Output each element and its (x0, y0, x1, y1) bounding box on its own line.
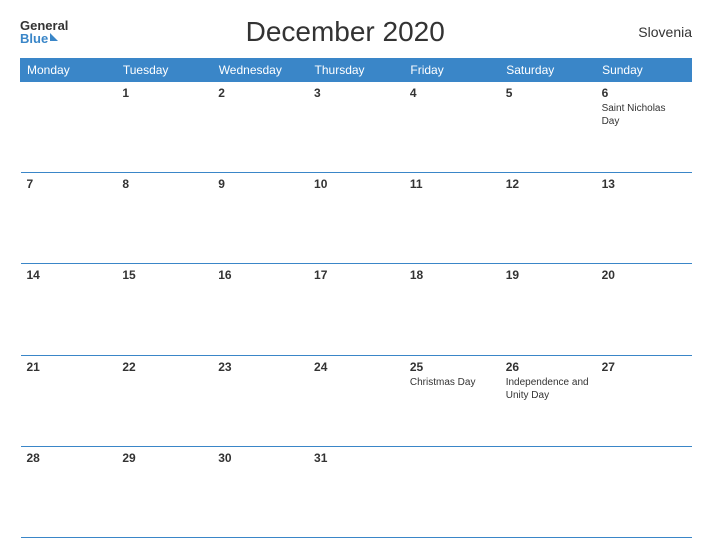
cell-date-number: 8 (122, 177, 206, 191)
calendar-cell: 7 (21, 173, 117, 264)
cell-date-number: 26 (506, 360, 590, 374)
calendar-cell (500, 446, 596, 537)
calendar-cell: 29 (116, 446, 212, 537)
cell-date-number: 5 (506, 86, 590, 100)
cell-date-number: 24 (314, 360, 398, 374)
calendar-cell: 15 (116, 264, 212, 355)
calendar-cell (596, 446, 692, 537)
calendar-cell: 16 (212, 264, 308, 355)
calendar-cell: 23 (212, 355, 308, 446)
calendar-cell: 19 (500, 264, 596, 355)
calendar-cell: 24 (308, 355, 404, 446)
calendar-cell: 6 Saint Nicholas Day (596, 82, 692, 173)
calendar-cell: 25 Christmas Day (404, 355, 500, 446)
cell-date-number: 9 (218, 177, 302, 191)
col-saturday: Saturday (500, 59, 596, 82)
cell-date-number: 17 (314, 268, 398, 282)
cell-date-number: 27 (602, 360, 686, 374)
calendar-cell: 8 (116, 173, 212, 264)
cell-date-number: 19 (506, 268, 590, 282)
calendar-cell: 21 (21, 355, 117, 446)
calendar-cell: 3 (308, 82, 404, 173)
calendar-cell: 22 (116, 355, 212, 446)
logo-triangle-icon (50, 33, 58, 41)
calendar-cell: 11 (404, 173, 500, 264)
cell-date-number: 16 (218, 268, 302, 282)
calendar-cell: 1 (116, 82, 212, 173)
cell-date-number: 30 (218, 451, 302, 465)
calendar-cell: 14 (21, 264, 117, 355)
cell-date-number: 15 (122, 268, 206, 282)
calendar-cell: 31 (308, 446, 404, 537)
col-thursday: Thursday (308, 59, 404, 82)
calendar-week-row: 28 29 30 31 (21, 446, 692, 537)
calendar-cell (404, 446, 500, 537)
cell-date-number: 3 (314, 86, 398, 100)
cell-date-number: 21 (27, 360, 111, 374)
cell-date-number: 20 (602, 268, 686, 282)
calendar-cell: 27 (596, 355, 692, 446)
calendar-cell (21, 82, 117, 173)
cell-event-label: Saint Nicholas Day (602, 102, 686, 128)
cell-date-number: 22 (122, 360, 206, 374)
cell-date-number: 1 (122, 86, 206, 100)
calendar-cell: 28 (21, 446, 117, 537)
calendar-cell: 13 (596, 173, 692, 264)
cell-date-number: 4 (410, 86, 494, 100)
col-friday: Friday (404, 59, 500, 82)
logo-blue-text: Blue (20, 32, 58, 45)
cell-event-label: Independence and Unity Day (506, 376, 590, 402)
calendar-table: Monday Tuesday Wednesday Thursday Friday… (20, 58, 692, 538)
cell-event-label: Christmas Day (410, 376, 494, 389)
cell-date-number: 18 (410, 268, 494, 282)
cell-date-number: 2 (218, 86, 302, 100)
cell-date-number: 28 (27, 451, 111, 465)
cell-date-number: 7 (27, 177, 111, 191)
cell-date-number: 14 (27, 268, 111, 282)
calendar-cell: 5 (500, 82, 596, 173)
calendar-week-row: 21 22 23 24 25 Christmas Day 26 Independence an… (21, 355, 692, 446)
cell-date-number: 29 (122, 451, 206, 465)
cell-date-number: 23 (218, 360, 302, 374)
cell-date-number: 10 (314, 177, 398, 191)
cell-date-number: 25 (410, 360, 494, 374)
calendar-page: General Blue December 2020 Slovenia Mond… (0, 0, 712, 550)
calendar-week-row: 123456 Saint Nicholas Day (21, 82, 692, 173)
cell-date-number: 31 (314, 451, 398, 465)
col-sunday: Sunday (596, 59, 692, 82)
calendar-cell: 12 (500, 173, 596, 264)
col-tuesday: Tuesday (116, 59, 212, 82)
col-wednesday: Wednesday (212, 59, 308, 82)
calendar-cell: 17 (308, 264, 404, 355)
calendar-header: General Blue December 2020 Slovenia (20, 16, 692, 48)
calendar-cell: 26 Independence and Unity Day (500, 355, 596, 446)
cell-date-number: 6 (602, 86, 686, 100)
calendar-week-row: 14 15 16 17 18 19 20 (21, 264, 692, 355)
cell-date-number: 11 (410, 177, 494, 191)
calendar-cell: 9 (212, 173, 308, 264)
calendar-week-row: 789 10 11 12 13 (21, 173, 692, 264)
logo: General Blue (20, 19, 68, 45)
calendar-title: December 2020 (246, 16, 445, 48)
calendar-cell: 20 (596, 264, 692, 355)
calendar-cell: 30 (212, 446, 308, 537)
country-label: Slovenia (622, 24, 692, 40)
calendar-cell: 2 (212, 82, 308, 173)
calendar-cell: 10 (308, 173, 404, 264)
col-monday: Monday (21, 59, 117, 82)
calendar-cell: 18 (404, 264, 500, 355)
cell-date-number: 13 (602, 177, 686, 191)
cell-date-number: 12 (506, 177, 590, 191)
calendar-header-row: Monday Tuesday Wednesday Thursday Friday… (21, 59, 692, 82)
calendar-cell: 4 (404, 82, 500, 173)
